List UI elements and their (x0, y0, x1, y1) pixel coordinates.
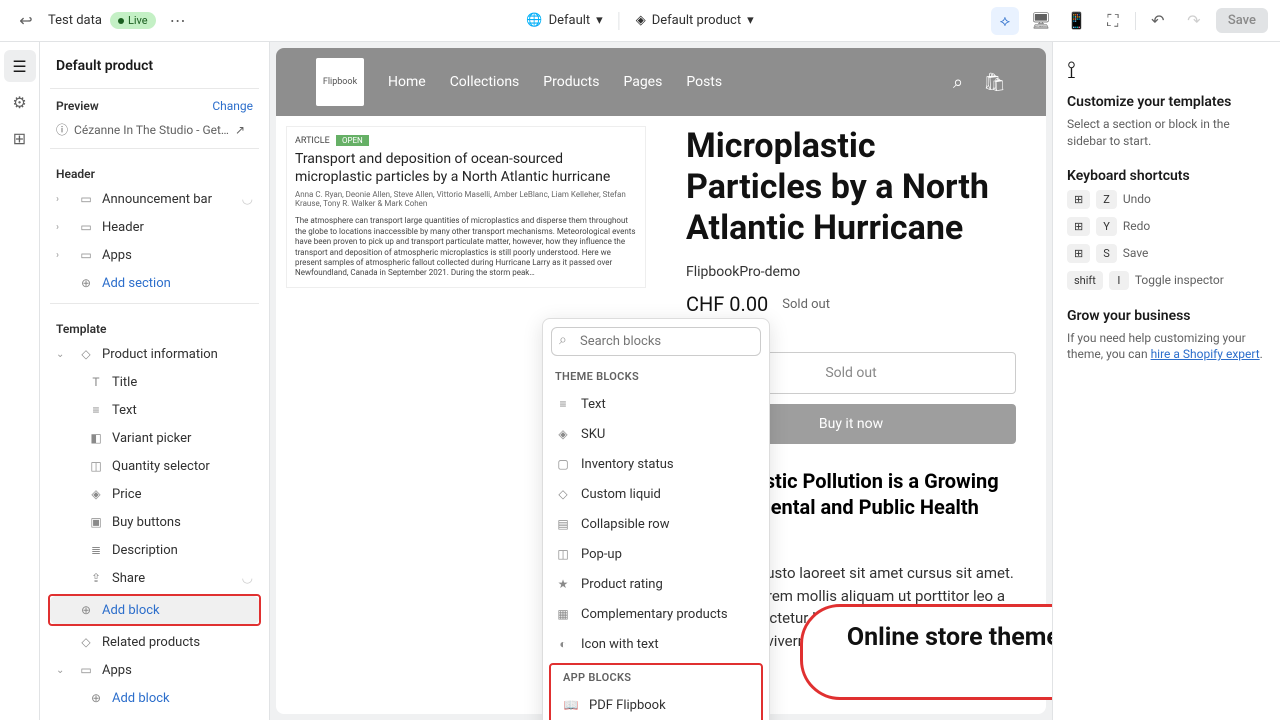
mobile-icon[interactable]: 📱 (1063, 7, 1091, 35)
sidebar-item-apps-header[interactable]: ›▭Apps (46, 241, 263, 269)
nav-posts[interactable]: Posts (686, 74, 722, 90)
sidebar-item-related[interactable]: ◇Related products (46, 628, 263, 656)
fullscreen-icon[interactable]: ⛶ (1099, 7, 1127, 35)
kbd-inspector: shiftIToggle inspector (1067, 271, 1266, 290)
sidebar-item-announcement[interactable]: ›▭Announcement bar◡ (46, 185, 263, 213)
nav-products[interactable]: Products (543, 74, 599, 90)
add-block-apps[interactable]: ⊕Add block (46, 684, 263, 712)
nav-pages[interactable]: Pages (623, 74, 662, 90)
block-text[interactable]: ≡Text (46, 396, 263, 424)
exit-icon[interactable]: ↩ (12, 7, 40, 35)
preview-name[interactable]: ⓘ Cézanne In The Studio - Get… ↗ (46, 117, 263, 142)
sold-out-label: Sold out (782, 297, 830, 312)
sections-tab-icon[interactable]: ☰ (4, 50, 36, 82)
template-selector[interactable]: ◈ Default product ▾ (636, 13, 754, 28)
more-icon[interactable]: ⋯ (164, 7, 192, 35)
settings-tab-icon[interactable]: ⚙ (4, 86, 36, 118)
block-option-icon-text[interactable]: ◐Icon with text (543, 629, 769, 659)
block-share[interactable]: ⇪Share◡ (46, 564, 263, 592)
block-option-inventory[interactable]: ▢Inventory status (543, 449, 769, 479)
theme-blocks-head: THEME BLOCKS (543, 364, 769, 389)
canvas: Flipbook Home Collections Products Pages… (270, 42, 1052, 720)
block-option-popup[interactable]: ◫Pop-up (543, 539, 769, 569)
desktop-icon[interactable]: 🖥 (1027, 7, 1055, 35)
add-section-template[interactable]: ⊕Add section (46, 712, 263, 720)
template-icon: ⟟ (1067, 56, 1266, 84)
block-price[interactable]: ◈Price (46, 480, 263, 508)
sidebar: Default product Preview Change ⓘ Cézanne… (40, 42, 270, 720)
locale-selector[interactable]: 🌐 Default ▾ (526, 13, 602, 28)
nav-collections[interactable]: Collections (450, 74, 520, 90)
grow-heading: Grow your business (1067, 308, 1266, 324)
product-vendor: FlipbookPro-demo (686, 264, 1016, 280)
storefront-logo[interactable]: Flipbook (316, 58, 364, 106)
grow-text: If you need help customizing your theme,… (1067, 330, 1266, 364)
undo-icon[interactable]: ↶ (1144, 7, 1172, 35)
product-title: Microplastic Particles by a North Atlant… (686, 126, 1016, 248)
customize-heading: Customize your templates (1067, 94, 1266, 110)
annotation-callout: Online store theme: add flipbook blocks … (800, 604, 1052, 700)
kbd-redo: ⊞YRedo (1067, 217, 1266, 236)
customize-text: Select a section or block in the sidebar… (1067, 116, 1266, 150)
block-variant[interactable]: ◧Variant picker (46, 424, 263, 452)
block-buy[interactable]: ▣Buy buttons (46, 508, 263, 536)
sidebar-item-header[interactable]: ›▭Header (46, 213, 263, 241)
nav-home[interactable]: Home (388, 74, 426, 90)
preview-label: Preview (56, 99, 99, 113)
block-title[interactable]: TTitle (46, 368, 263, 396)
shortcuts-heading: Keyboard shortcuts (1067, 168, 1266, 184)
template-section-head: Template (46, 310, 263, 340)
redo-icon[interactable]: ↷ (1180, 7, 1208, 35)
header-section-head: Header (46, 155, 263, 185)
block-option-complementary[interactable]: ▦Complementary products (543, 599, 769, 629)
block-option-rating[interactable]: ★Product rating (543, 569, 769, 599)
block-option-text[interactable]: ≡Text (543, 389, 769, 419)
right-panel: ⟟ Customize your templates Select a sect… (1052, 42, 1280, 720)
topbar: ↩ Test data Live ⋯ 🌐 Default ▾ ◈ Default… (0, 0, 1280, 42)
sidebar-item-apps-template[interactable]: ⌄▭Apps (46, 656, 263, 684)
save-button[interactable]: Save (1216, 8, 1268, 33)
app-block-flipbook[interactable]: 📖PDF Flipbook (551, 690, 761, 720)
block-option-sku[interactable]: ◈SKU (543, 419, 769, 449)
kbd-save: ⊞SSave (1067, 244, 1266, 263)
search-blocks-input[interactable] (551, 327, 761, 356)
search-icon[interactable]: ⌕ (953, 72, 963, 93)
storefront-nav: Flipbook Home Collections Products Pages… (276, 48, 1046, 116)
sidebar-title: Default product (46, 54, 263, 82)
add-block-button[interactable]: ⊕Add block (50, 596, 259, 624)
product-price: CHF 0.00 (686, 292, 768, 316)
kbd-undo: ⊞ZUndo (1067, 190, 1266, 209)
change-link[interactable]: Change (212, 99, 253, 113)
block-description[interactable]: ≣Description (46, 536, 263, 564)
apps-tab-icon[interactable]: ⊞ (4, 122, 36, 154)
test-data-label[interactable]: Test data (48, 13, 102, 28)
app-blocks-head: APP BLOCKS (551, 665, 761, 690)
left-rail: ☰ ⚙ ⊞ (0, 42, 40, 720)
sidebar-item-product-info[interactable]: ⌄◇Product information (46, 340, 263, 368)
block-option-liquid[interactable]: ◇Custom liquid (543, 479, 769, 509)
add-section-header[interactable]: ⊕Add section (46, 269, 263, 297)
block-option-collapsible[interactable]: ▤Collapsible row (543, 509, 769, 539)
cart-icon[interactable]: 🛍 (983, 72, 1006, 93)
block-quantity[interactable]: ◫Quantity selector (46, 452, 263, 480)
live-badge: Live (110, 12, 156, 29)
add-block-popover: THEME BLOCKS ≡Text ◈SKU ▢Inventory statu… (542, 318, 770, 720)
inspector-icon[interactable]: ⟡ (991, 7, 1019, 35)
hire-expert-link[interactable]: hire a Shopify expert (1151, 347, 1260, 361)
article-preview: ARTICLE OPEN Transport and deposition of… (286, 126, 646, 288)
